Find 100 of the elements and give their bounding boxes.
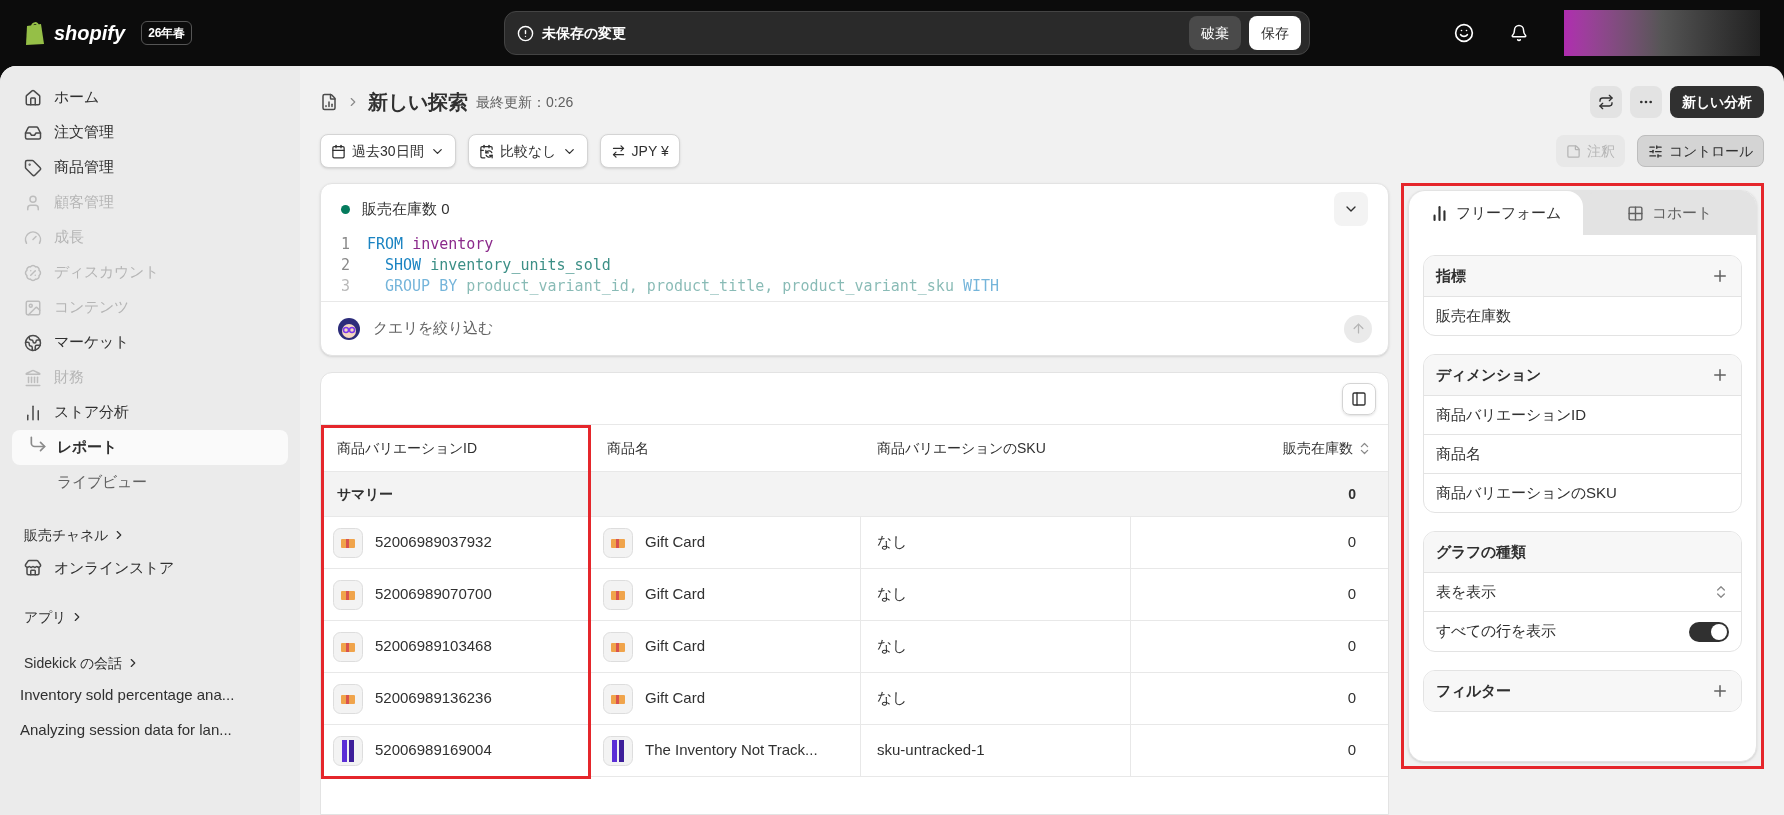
table-cell-text: なし: [877, 636, 907, 657]
edition-badge: 26年春: [141, 21, 193, 45]
section-heading[interactable]: Sidekick の会話: [24, 652, 123, 674]
column-header[interactable]: 商品バリエーションのSKU: [877, 437, 1046, 459]
grid-icon: [1626, 204, 1644, 222]
gift-card-thumbnail: [333, 631, 363, 662]
line-number: 1: [341, 234, 352, 255]
logo-text: shopify: [54, 21, 126, 46]
home-icon: [24, 88, 42, 107]
chart-type-select[interactable]: 表を表示: [1424, 572, 1741, 611]
metric-item[interactable]: 販売在庫数: [1436, 304, 1511, 328]
alert-icon: [517, 24, 534, 42]
panel-tab[interactable]: フリーフォーム: [1409, 191, 1583, 235]
unsaved-message: 未保存の変更: [542, 23, 627, 43]
toggle-label: すべての行を表示: [1436, 621, 1556, 642]
table-cell-text: The Inventory Not Track...: [645, 740, 818, 761]
discount-icon: [24, 263, 42, 282]
send-button[interactable]: [1344, 314, 1372, 343]
section-heading[interactable]: 販売チャネル: [24, 524, 108, 546]
conversation-link[interactable]: Analyzing session data for lan...: [12, 713, 288, 748]
sidebar-item[interactable]: 商品管理: [12, 150, 288, 185]
image-icon: [24, 298, 42, 317]
repeat-icon: [1598, 94, 1614, 110]
filter-button[interactable]: 過去30日間: [320, 134, 456, 168]
dimension-item[interactable]: 商品名: [1436, 442, 1481, 466]
line-number: 2: [341, 255, 352, 276]
report-icon[interactable]: [320, 93, 338, 111]
table-cell-text: Gift Card: [645, 688, 705, 709]
sidebar-item[interactable]: マーケット: [12, 325, 288, 360]
bank-icon: [24, 368, 42, 387]
sidebar-item[interactable]: ストア分析: [12, 395, 288, 430]
save-button[interactable]: 保存: [1249, 16, 1301, 50]
sidebar-item[interactable]: オンラインストア: [12, 550, 288, 586]
column-header[interactable]: 販売在庫数: [1283, 437, 1353, 459]
collapse-button[interactable]: [1334, 192, 1368, 226]
notification-icon[interactable]: [1510, 24, 1528, 42]
table-cell-text: 52006989169004: [375, 740, 492, 761]
note-icon: [1566, 143, 1581, 159]
shopping-bag-logo-icon: [24, 20, 46, 46]
sidebar-item[interactable]: ホーム: [12, 80, 288, 115]
panel-icon: [1351, 390, 1367, 407]
section-heading: 指標: [1436, 265, 1466, 286]
calendar-icon: [478, 143, 494, 159]
table-cell-text: なし: [877, 688, 907, 709]
add-icon[interactable]: [1711, 366, 1729, 384]
summary-value: 0: [1348, 485, 1356, 502]
sidebar-subitem[interactable]: レポート: [12, 430, 288, 465]
table-cell-text: 52006989136236: [375, 688, 492, 709]
filter-button[interactable]: 比較なし: [467, 134, 588, 168]
refine-query-field[interactable]: クエリを絞り込む: [373, 317, 1332, 340]
calendar-icon: [331, 143, 346, 159]
gift-card-thumbnail: [333, 579, 363, 610]
person-icon: [24, 193, 42, 212]
filter-button[interactable]: JPY ¥: [599, 134, 680, 168]
table-cell-text: なし: [877, 584, 907, 605]
controls-button[interactable]: コントロール: [1637, 135, 1764, 167]
add-icon[interactable]: [1711, 267, 1729, 285]
gift-card-thumbnail: [603, 683, 633, 714]
section-heading[interactable]: アプリ: [24, 606, 66, 628]
refresh-button[interactable]: [1590, 86, 1622, 118]
gift-card-thumbnail: [603, 579, 633, 610]
table-cell-text: なし: [877, 532, 907, 553]
table-cell-text: 52006989103468: [375, 636, 492, 657]
add-icon[interactable]: [1711, 682, 1729, 700]
gift-card-thumbnail: [603, 527, 633, 558]
assistant-icon[interactable]: [1454, 23, 1474, 43]
table-cell-text: 52006989037932: [375, 532, 492, 553]
table-cell: 0: [1347, 533, 1356, 551]
sidebar-item[interactable]: 注文管理: [12, 115, 288, 150]
table-layout-button[interactable]: [1342, 382, 1376, 415]
avatar-placeholder[interactable]: [1564, 10, 1760, 56]
line-number: 3: [341, 276, 352, 297]
branch-icon: [28, 434, 48, 454]
code-line: GROUP BY product_variant_id, product_title, product_variant_sku WITH: [384, 276, 1000, 297]
summary-label: サマリー: [337, 485, 393, 502]
table-cell: 0: [1347, 637, 1356, 655]
sidebar-subitem[interactable]: ライブビュー: [12, 465, 288, 500]
product-thumbnail: [603, 735, 633, 766]
toggle-switch[interactable]: [1689, 621, 1729, 642]
table-cell: 0: [1347, 689, 1356, 707]
conversation-link[interactable]: Inventory sold percentage ana...: [12, 678, 288, 713]
page-title: 新しい探索: [368, 90, 468, 115]
bar-chart-icon: [1430, 204, 1448, 222]
dimension-item[interactable]: 商品バリエーションのSKU: [1436, 481, 1617, 505]
gift-card-thumbnail: [333, 527, 363, 558]
discard-button[interactable]: 破棄: [1189, 16, 1241, 50]
bar-chart-icon: [24, 403, 42, 422]
code-line: SHOW inventory_units_sold: [384, 255, 611, 276]
column-header[interactable]: 商品バリエーションID: [337, 437, 477, 459]
section-heading: ディメンション: [1436, 364, 1541, 385]
new-analysis-button[interactable]: 新しい分析: [1670, 86, 1764, 118]
code-line: FROM inventory: [367, 234, 494, 255]
table-cell-text: Gift Card: [645, 584, 705, 605]
column-header[interactable]: 商品名: [607, 437, 649, 459]
table-cell: 0: [1347, 585, 1356, 603]
query-title: 販売在庫数 0: [362, 198, 451, 219]
dimension-item[interactable]: 商品バリエーションID: [1436, 403, 1586, 427]
gift-card-thumbnail: [603, 631, 633, 662]
section-heading: フィルター: [1436, 680, 1511, 701]
table-cell-text: sku-untracked-1: [877, 740, 985, 761]
